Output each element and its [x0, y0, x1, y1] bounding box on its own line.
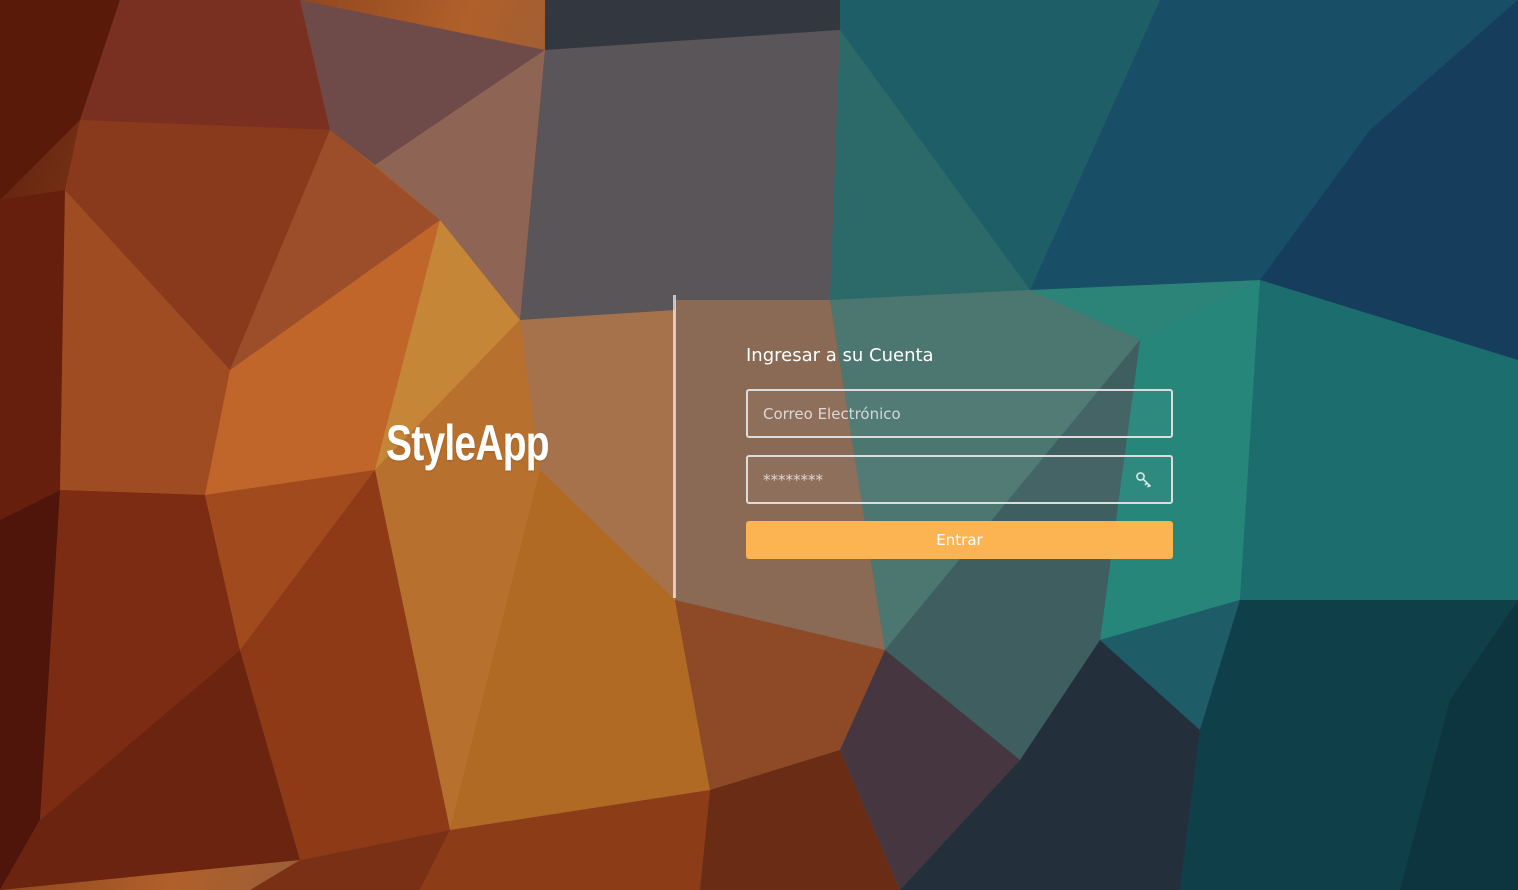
key-icon	[1136, 472, 1152, 488]
form-title: Ingresar a su Cuenta	[746, 345, 934, 366]
brand-logo: StyleApp	[386, 415, 550, 471]
submit-button[interactable]: Entrar	[746, 521, 1173, 559]
email-field-wrapper	[746, 389, 1173, 438]
password-field-wrapper	[746, 455, 1173, 504]
email-field[interactable]	[748, 391, 1171, 436]
password-field[interactable]	[748, 457, 1171, 502]
vertical-divider	[673, 295, 676, 598]
login-form: Ingresar a su Cuenta Entrar	[746, 343, 1173, 559]
login-page: StyleApp Ingresar a su Cuenta Entrar	[0, 0, 1518, 890]
